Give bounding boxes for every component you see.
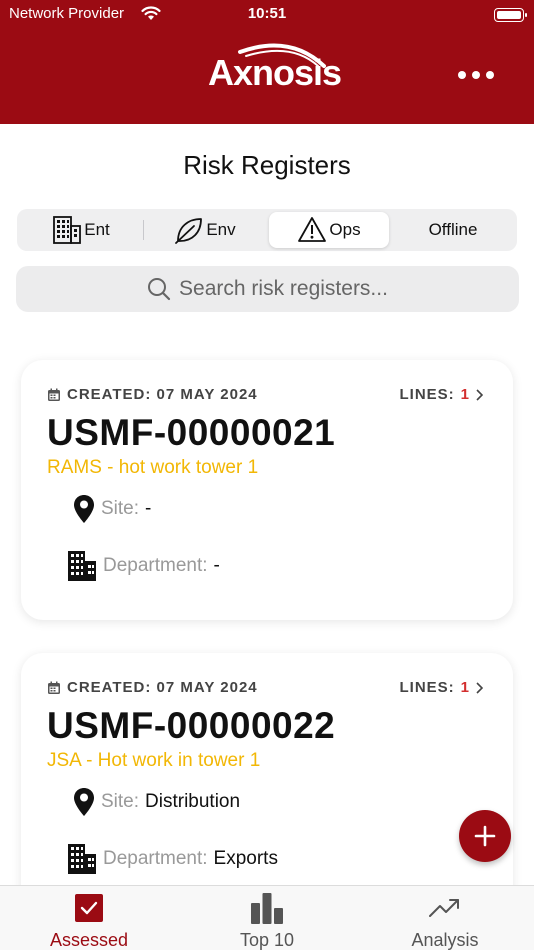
building-icon bbox=[68, 551, 96, 581]
risk-register-card[interactable]: CREATED: 07 MAY 2024 LINES: 1 USMF-00000… bbox=[21, 360, 513, 620]
segment-label: Ent bbox=[84, 220, 110, 239]
axnosis-logo: Axnosis bbox=[200, 40, 342, 96]
department-label: Department: bbox=[103, 848, 208, 869]
lines-count: 1 bbox=[460, 679, 470, 696]
department-row: Department: - bbox=[67, 550, 220, 582]
search-input[interactable]: Search risk registers... bbox=[16, 266, 519, 312]
tab-assessed[interactable]: Assessed bbox=[0, 886, 178, 950]
segment-label: Ops bbox=[329, 220, 361, 239]
building-icon bbox=[53, 216, 82, 244]
segment-offline[interactable]: Offline bbox=[393, 212, 513, 248]
dot-icon bbox=[486, 71, 494, 79]
site-label: Site: bbox=[101, 791, 140, 812]
register-id: USMF-00000021 bbox=[47, 412, 336, 453]
segment-divider bbox=[143, 220, 144, 240]
dot-icon bbox=[472, 71, 480, 79]
building-icon bbox=[68, 844, 96, 874]
page-title: Risk Registers bbox=[183, 150, 351, 180]
add-register-button[interactable] bbox=[459, 810, 511, 862]
department-value: Exports bbox=[213, 848, 278, 869]
segment-label: Offline bbox=[428, 220, 478, 239]
created-text: CREATED: 07 MAY 2024 bbox=[67, 679, 258, 696]
segment-ent[interactable]: Ent bbox=[21, 212, 141, 248]
search-placeholder: Search risk registers... bbox=[179, 277, 388, 300]
chevron-right-icon bbox=[476, 681, 483, 694]
warning-icon bbox=[298, 217, 327, 242]
department-row: Department: Exports bbox=[67, 843, 278, 875]
register-description: RAMS - hot work tower 1 bbox=[47, 457, 259, 478]
site-row: Site: - bbox=[73, 494, 151, 524]
trend-up-icon bbox=[429, 899, 459, 917]
dot-icon bbox=[458, 71, 466, 79]
site-value: - bbox=[145, 498, 152, 519]
segment-label: Env bbox=[206, 220, 236, 239]
bottom-tab-bar: Assessed Top 10 Analysis bbox=[0, 885, 534, 950]
tab-label: Assessed bbox=[49, 930, 129, 950]
lines-link[interactable]: LINES: 1 bbox=[399, 679, 483, 696]
tab-analysis[interactable]: Analysis bbox=[356, 886, 534, 950]
site-label: Site: bbox=[101, 498, 140, 519]
register-id: USMF-00000022 bbox=[47, 705, 336, 746]
segment-env[interactable]: Env bbox=[145, 212, 265, 248]
site-value: Distribution bbox=[145, 791, 241, 812]
lines-label: LINES: bbox=[399, 386, 455, 403]
checkbox-icon bbox=[75, 894, 103, 922]
lines-link[interactable]: LINES: 1 bbox=[399, 386, 483, 403]
tab-label: Top 10 bbox=[239, 930, 295, 950]
more-options-button[interactable] bbox=[458, 68, 494, 82]
map-pin-icon bbox=[74, 495, 94, 523]
tab-label: Analysis bbox=[411, 930, 479, 950]
bar-chart-icon bbox=[251, 893, 283, 924]
app-header: Network Provider 10:51 Axnosis bbox=[0, 0, 534, 124]
created-date: CREATED: 07 MAY 2024 bbox=[47, 386, 258, 403]
register-type-segmented-control: Ent Env Ops Offline bbox=[17, 209, 517, 251]
lines-count: 1 bbox=[460, 386, 470, 403]
department-value: - bbox=[213, 555, 220, 576]
segment-ops[interactable]: Ops bbox=[269, 212, 389, 248]
tab-top-10[interactable]: Top 10 bbox=[178, 886, 356, 950]
clock: 10:51 bbox=[247, 5, 287, 22]
calendar-icon bbox=[48, 388, 60, 401]
lines-label: LINES: bbox=[399, 679, 455, 696]
created-date: CREATED: 07 MAY 2024 bbox=[47, 679, 258, 696]
search-icon bbox=[148, 278, 171, 301]
created-text: CREATED: 07 MAY 2024 bbox=[67, 386, 258, 403]
register-description: JSA - Hot work in tower 1 bbox=[47, 750, 261, 771]
department-label: Department: bbox=[103, 555, 208, 576]
plus-icon bbox=[474, 825, 496, 847]
chevron-right-icon bbox=[476, 388, 483, 401]
calendar-icon bbox=[48, 681, 60, 694]
site-row: Site: Distribution bbox=[73, 787, 240, 817]
status-bar: Network Provider 10:51 bbox=[0, 5, 534, 25]
map-pin-icon bbox=[74, 788, 94, 816]
logo-text: Axnosis bbox=[208, 52, 342, 93]
leaf-icon bbox=[175, 218, 203, 244]
battery-icon bbox=[494, 8, 527, 22]
